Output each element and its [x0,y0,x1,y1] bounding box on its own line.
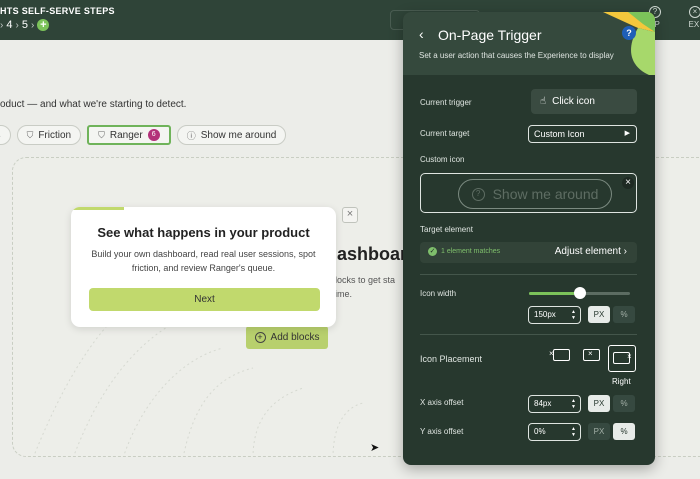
caret-right-icon: ▶ [624,130,630,137]
dashboard-heading: ashboar [337,244,408,264]
custom-icon-preview[interactable]: ? Show me around × [420,173,637,213]
icon-width-label: Icon width [420,289,457,298]
step-4[interactable]: 4 [6,19,12,31]
brand-decoration [603,12,655,75]
panel-title: On-Page Trigger [438,27,542,43]
y-offset-label: Y axis offset [420,427,464,436]
icon-preview-pill: ? Show me around [458,179,612,209]
step-5[interactable]: 5 [22,19,28,31]
divider [420,334,637,335]
panel-description: Set a user action that causes the Experi… [419,51,614,60]
adjust-element-link[interactable]: Adjust element › [555,246,627,257]
unit-percent-toggle[interactable]: % [613,423,635,440]
target-element-row: ✓ 1 element matches Adjust element › [420,242,637,263]
stepper-icon[interactable]: ▲ ▼ [571,398,576,410]
x-offset-input[interactable]: 84px ▲ ▼ [528,395,581,413]
custom-icon-label: Custom icon [420,155,465,164]
question-icon: ? [471,187,485,201]
placement-right-option[interactable]: × [608,345,636,372]
chip-friction[interactable]: ⛉ Friction [16,125,82,145]
stepper-icon[interactable]: ▲ ▼ [571,309,576,321]
divider [420,274,637,275]
chevron-right-icon: › [0,19,4,31]
chevron-right-icon: › [15,19,19,31]
current-trigger-select[interactable]: ☝ Click icon [531,89,637,114]
icon-width-input[interactable]: 150px ▲ ▼ [528,306,581,324]
page-subtitle: oduct — and what we're starting to detec… [0,99,187,110]
icon-width-slider-thumb[interactable] [573,287,586,299]
chip-ns[interactable]: ns [0,125,11,145]
mouse-cursor-icon: ➤ [370,442,380,454]
x-marker-icon: × [549,349,554,358]
unit-percent-toggle[interactable]: % [613,395,635,412]
step-nav: › 4 › 5 › + [0,19,50,31]
dashboard-description: locks to get sta [335,275,396,285]
element-match-status: ✓ 1 element matches [428,247,501,256]
tooltip-close-icon[interactable]: × [342,207,358,223]
x-offset-label: X axis offset [420,398,464,407]
panel-header: ‹ On-Page Trigger Set a user action that… [403,12,655,75]
x-marker-icon: × [627,352,632,361]
icon-placement-label: Icon Placement [420,354,483,364]
shield-icon: ⛉ [26,129,34,140]
check-circle-icon: ✓ [428,247,437,256]
unit-px-toggle[interactable]: PX [588,306,610,323]
help-icon[interactable]: ? [622,26,636,40]
add-step-button[interactable]: + [37,19,50,31]
tooltip-title: See what happens in your product [97,225,310,240]
tooltip-progress-bar [71,207,124,210]
add-blocks-button[interactable]: + Add blocks [246,326,328,349]
current-target-label: Current target [420,129,470,138]
back-chevron-icon[interactable]: ‹ [419,26,424,42]
chip-show-me-around[interactable]: ⓘ Show me around [176,125,287,145]
unit-percent-toggle[interactable]: % [613,306,635,323]
target-element-label: Target element [420,225,473,234]
placement-center-option[interactable]: × [583,348,603,362]
close-icon: × [689,6,700,18]
placement-selected-label: Right [612,377,631,386]
current-trigger-label: Current trigger [420,98,472,107]
tour-tooltip: See what happens in your product Build y… [71,207,336,327]
dashboard-description: ime. [335,289,353,299]
x-marker-icon: × [588,349,593,358]
click-icon: ☝ [540,96,547,107]
unit-px-toggle[interactable]: PX [588,423,610,440]
count-badge: 6 [147,129,160,141]
on-page-trigger-panel: ‹ On-Page Trigger Set a user action that… [403,12,655,465]
y-offset-input[interactable]: 0% ▲ ▼ [528,423,581,441]
icon-width-slider-fill [529,292,580,295]
shield-icon: ⛉ [98,129,105,140]
filter-chips: ns ⛉ Friction ⛉ Ranger 6 ⓘ Show me aroun… [0,125,287,145]
exit-button[interactable]: × EXI [684,6,700,29]
remove-icon-button[interactable]: × [622,177,634,189]
help-circle-icon: ⓘ [186,130,196,141]
unit-px-toggle[interactable]: PX [588,395,610,412]
chevron-right-icon: › [30,19,35,31]
stepper-icon[interactable]: ▲ ▼ [571,426,576,438]
next-button[interactable]: Next [89,288,320,311]
placement-left-option[interactable]: × [549,348,571,362]
chip-ranger[interactable]: ⛉ Ranger 6 [87,125,171,145]
plus-circle-icon: + [254,332,266,343]
tooltip-body: Build your own dashboard, read real user… [91,249,316,273]
current-target-select[interactable]: Custom Icon ▶ [528,125,637,143]
steps-title: HTS SELF-SERVE STEPS [0,6,115,16]
